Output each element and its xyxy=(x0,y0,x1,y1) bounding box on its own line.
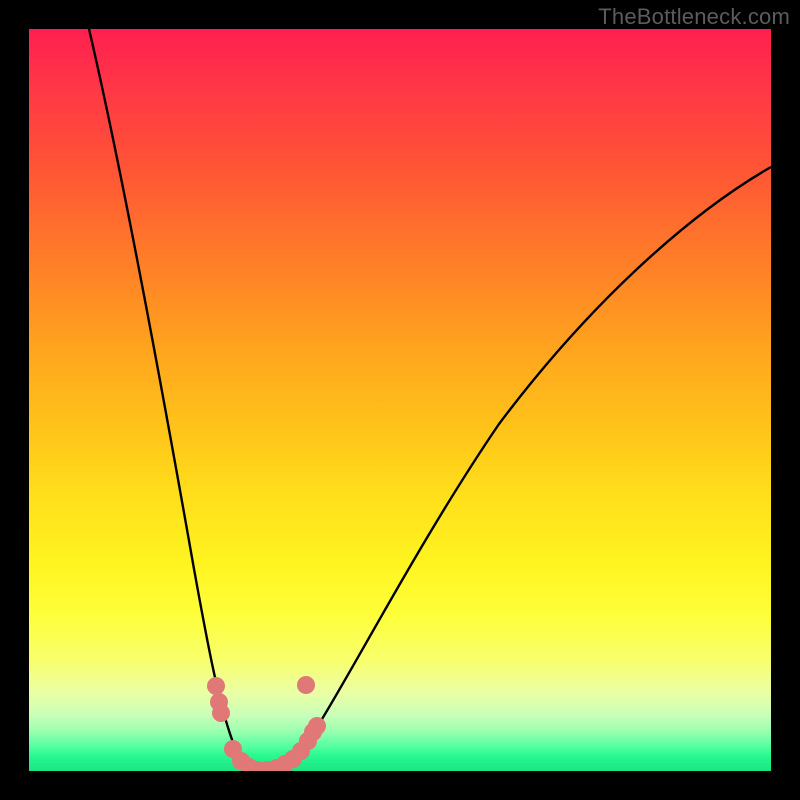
marker-dot xyxy=(297,676,315,694)
plot-area xyxy=(29,29,771,771)
chart-frame: TheBottleneck.com xyxy=(0,0,800,800)
marker-dot xyxy=(207,677,225,695)
curve-layer xyxy=(29,29,771,771)
watermark-text: TheBottleneck.com xyxy=(598,4,790,30)
curve-left-branch xyxy=(89,29,264,770)
marker-dot xyxy=(308,717,326,735)
marker-dot xyxy=(212,704,230,722)
curve-right-branch xyxy=(264,167,771,770)
marker-dots-group xyxy=(207,676,326,771)
